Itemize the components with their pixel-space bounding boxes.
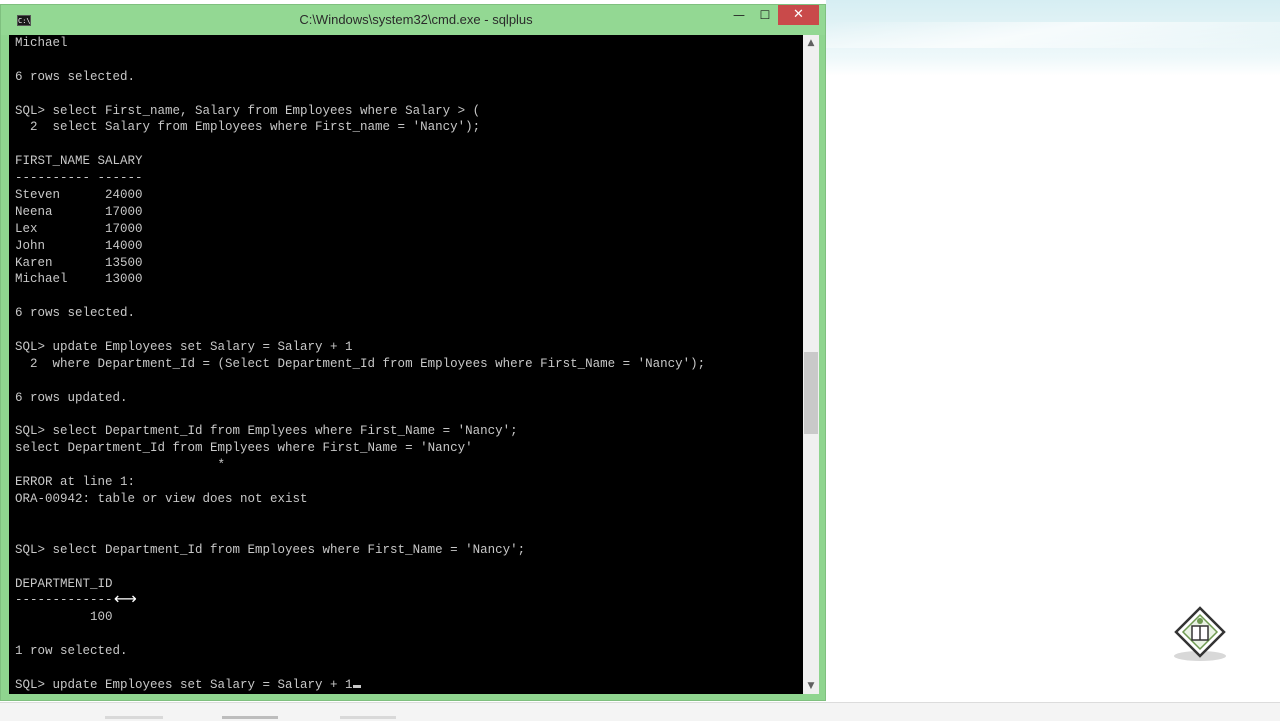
console-line: 6 rows selected. — [15, 306, 136, 321]
console-line: 6 rows updated. — [15, 390, 128, 405]
taskbar-strip — [0, 702, 1280, 721]
window-title: C:\Windows\system32\cmd.exe - sqlplus — [299, 12, 533, 27]
console-line: select Department_Id from Emplyees where… — [15, 441, 473, 456]
scroll-up-icon[interactable]: ▲ — [803, 35, 819, 51]
console-line: 6 rows selected. — [15, 69, 136, 84]
console-line: Lex 17000 — [15, 221, 143, 236]
console-line: SQL> select Department_Id from Employees… — [15, 542, 526, 557]
desktop-background — [826, 0, 1280, 76]
taskbar-item[interactable] — [340, 716, 396, 719]
tutorialspoint-logo-icon — [1174, 606, 1226, 661]
console-line: Michael 13000 — [15, 272, 143, 287]
maximize-button[interactable]: ☐ — [752, 5, 778, 25]
resize-cursor-icon: ⟷ — [114, 589, 137, 608]
desktop: C:\ C:\Windows\system32\cmd.exe - sqlplu… — [0, 0, 1280, 721]
console-line: SQL> update Employees set Salary = Salar… — [15, 677, 705, 694]
scroll-thumb[interactable] — [804, 352, 818, 434]
console-line: Steven 24000 — [15, 188, 143, 203]
taskbar-item[interactable] — [222, 716, 278, 719]
console-line: 1 row selected. — [15, 644, 128, 659]
title-bar[interactable]: C:\ C:\Windows\system32\cmd.exe - sqlplu… — [1, 5, 825, 35]
console-line: 2 where Department_Id = (Select Departme… — [15, 356, 706, 371]
vertical-scrollbar[interactable]: ▲ ▼ — [803, 35, 819, 694]
text-cursor — [352, 684, 361, 688]
console-line: 2 select Salary from Employees where Fir… — [15, 120, 481, 135]
console-line: 100 — [15, 610, 113, 625]
console-line: ORA-00942: table or view does not exist — [15, 492, 308, 507]
console-line: FIRST_NAME SALARY — [15, 154, 143, 169]
scroll-down-icon[interactable]: ▼ — [803, 678, 819, 694]
close-button[interactable]: ✕ — [778, 5, 819, 25]
minimize-button[interactable]: — — [726, 5, 752, 25]
console-line: Karen 13500 — [15, 255, 143, 270]
console-line: John 14000 — [15, 238, 143, 253]
console-line: * — [15, 458, 226, 473]
console-line: ---------- ------ — [15, 171, 143, 186]
console-line: SQL> select First_name, Salary from Empl… — [15, 103, 481, 118]
console-line: ERROR at line 1: — [15, 475, 136, 490]
console-line: SQL> select Department_Id from Emplyees … — [15, 424, 518, 439]
console-line: Neena 17000 — [15, 204, 143, 219]
console-line: SQL> update Employees set Salary = Salar… — [15, 340, 353, 355]
console-line: Michael — [15, 36, 68, 50]
taskbar-item[interactable] — [105, 716, 163, 719]
